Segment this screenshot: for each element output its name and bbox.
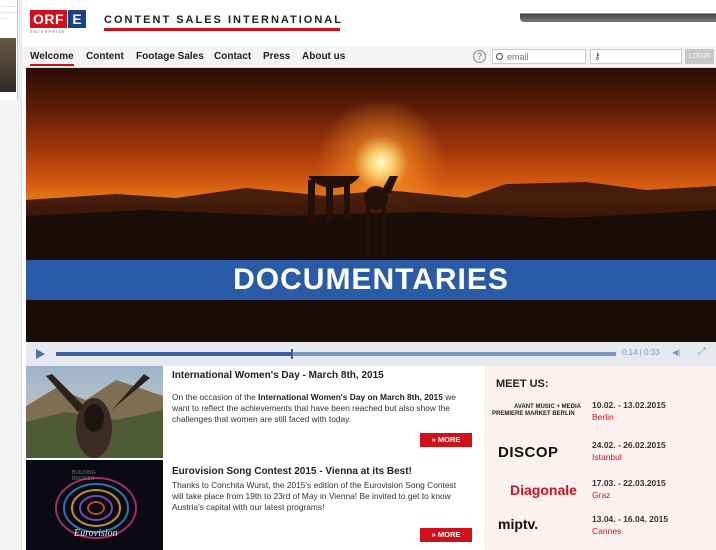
event-dates: 24.02. - 26.02.2015 [592,440,666,450]
email-field[interactable] [492,49,586,64]
news-item: BUILDING BRIDGES Eurovision Eurovision S… [26,460,480,550]
diagonale-logo-text: Diagonale [510,482,577,498]
news-body: Thanks to Conchita Wurst, the 2015's edi… [172,480,457,512]
news-body: On the occasion of the International Wom… [172,392,468,425]
play-icon[interactable] [36,349,45,359]
womens-day-photo [26,366,163,458]
video-controls: 0:14 | 0:33 ◀| ⤢ [26,342,716,366]
left-gutter [0,100,22,550]
event-city: Istanbul [592,452,622,462]
login-button[interactable]: LOGIN [685,49,714,64]
news-title[interactable]: International Women's Day - March 8th, 2… [172,370,384,381]
nav-contact[interactable]: Contact [214,51,251,62]
event-dates: 13.04. - 16.04. 2015 [592,514,669,524]
event-dates: 17.03. - 22.03.2015 [592,478,666,488]
event-city: Graz [592,490,611,500]
background-window-text: ····· [1,16,8,21]
more-button[interactable]: » MORE [420,528,472,542]
news-list: International Women's Day - March 8th, 2… [26,366,480,550]
avant-logo-line2: PREMIERE MARKET BERLIN [492,411,575,417]
main-navigation: Welcome Content Footage Sales Contact Pr… [22,46,716,68]
category-banner[interactable]: DOCUMENTARIES [26,260,716,300]
discop-logo: DISCOP [492,442,582,466]
logo-subtitle: ENTERPRISE [30,29,66,34]
screenshot: ············ ············ ····· ORF E EN… [0,0,716,550]
svg-text:BRIDGES: BRIDGES [72,476,95,482]
event-row[interactable]: DISCOP 24.02. - 26.02.2015 Istanbul [484,436,716,474]
title-underline [104,28,340,31]
time-display: 0:14 | 0:33 [622,348,660,357]
header-shadow-bar [520,0,716,22]
more-label: MORE [437,435,461,444]
miptv-logo: miptv. [492,514,582,538]
hero-video[interactable]: DOCUMENTARIES [26,68,716,342]
nav-content[interactable]: Content [86,51,124,62]
page-header: ORF E ENTERPRISE CONTENT SALES INTERNATI… [22,0,716,46]
event-dates: 10.02. - 13.02.2015 [592,400,666,410]
background-window: ············ ············ ····· [0,0,18,100]
fullscreen-icon[interactable]: ⤢ [698,346,706,357]
avant-logo-line1: AVANT MUSIC + MEDIA [514,404,581,410]
miptv-logo-text: miptv. [498,516,539,532]
help-icon[interactable]: ? [473,50,486,63]
progress-fill [56,352,292,356]
background-window-text: ············ [1,4,17,9]
event-row[interactable]: AVANT MUSIC + MEDIA PREMIERE MARKET BERL… [484,396,716,434]
event-row[interactable]: miptv. 13.04. - 16.04. 2015 Cannes [484,510,716,548]
news-title[interactable]: Eurovision Song Contest 2015 - Vienna at… [172,466,412,477]
events-title: MEET US: [496,378,549,390]
more-button[interactable]: » MORE [420,433,472,447]
nav-footage-sales[interactable]: Footage Sales [136,51,204,62]
nav-welcome[interactable]: Welcome [30,51,74,66]
eurovision-logo-text: Eurovision [74,528,118,539]
password-field[interactable] [590,49,682,64]
nav-press[interactable]: Press [263,51,290,62]
orf-enterprise-logo[interactable]: ORF E ENTERPRISE [30,10,88,34]
background-window-thumbnail [0,38,16,92]
logo-orf-text: ORF [30,10,68,28]
news-body-text: On the occasion of the [172,392,259,402]
events-panel: MEET US: AVANT MUSIC + MEDIA PREMIERE MA… [484,366,716,550]
event-city: Cannes [592,526,622,536]
banner-title: DOCUMENTARIES [233,263,509,296]
site-title: CONTENT SALES INTERNATIONAL [104,14,343,26]
discop-logo-text: DISCOP [498,444,559,461]
progress-handle[interactable] [291,349,294,359]
logo-e-letter: E [68,10,86,28]
eurovision-image[interactable]: BUILDING BRIDGES Eurovision [26,460,163,550]
avant-premiere-logo: AVANT MUSIC + MEDIA PREMIERE MARKET BERL… [492,404,582,428]
womens-day-image[interactable] [26,366,163,458]
key-icon: ⚷ [594,51,601,61]
nav-about-us[interactable]: About us [302,51,345,62]
background-window-text: ············ [1,10,17,15]
event-row[interactable]: Diagonale 17.03. - 22.03.2015 Graz [484,474,716,512]
progress-bar[interactable] [56,349,616,359]
diagonale-logo: Diagonale [492,480,582,504]
landscape-silhouette [26,176,716,342]
web-page: ORF E ENTERPRISE CONTENT SALES INTERNATI… [22,0,716,550]
user-icon [496,53,503,60]
volume-icon[interactable]: ◀| [672,348,680,357]
event-city: Berlin [592,412,614,422]
news-body-highlight: International Women's Day on March 8th, … [258,392,443,402]
more-label: MORE [437,530,461,539]
news-item: International Women's Day - March 8th, 2… [26,366,480,458]
